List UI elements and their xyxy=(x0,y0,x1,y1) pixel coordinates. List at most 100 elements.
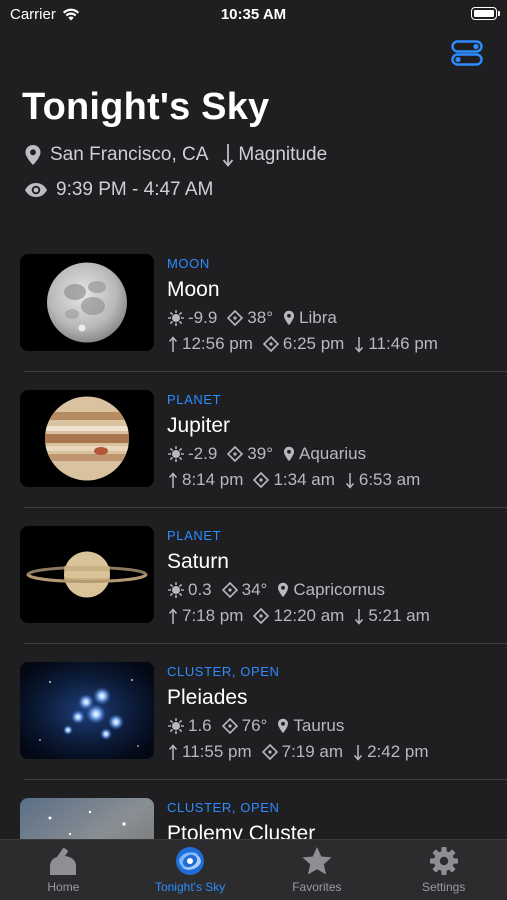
constellation-value: Libra xyxy=(299,308,337,327)
sky-object-row[interactable]: CLUSTER, OPEN Pleiades 1.6 76° Taurus 11… xyxy=(0,644,507,780)
object-name: Pleiades xyxy=(167,686,248,709)
sky-object-row[interactable]: MOON Moon -9.9 38° Libra 12:56 pm 6:25 p… xyxy=(0,236,507,372)
object-stats: -2.9 39° Aquarius xyxy=(168,444,366,464)
object-name: Saturn xyxy=(167,550,229,573)
constellation-item: Aquarius xyxy=(283,444,366,464)
viewing-window-row: 9:39 PM - 4:47 AM xyxy=(24,179,213,201)
object-category: PLANET xyxy=(167,392,222,407)
altitude-value: 76° xyxy=(241,716,268,735)
page-title: Tonight's Sky xyxy=(22,86,270,128)
rise-time-item: 7:18 pm xyxy=(168,606,243,626)
transit-time: 6:25 pm xyxy=(282,334,345,353)
crosshair-icon xyxy=(221,718,238,734)
transit-time-item: 6:25 pm xyxy=(262,334,345,354)
tab-home-label: Home xyxy=(47,880,80,894)
arrow-down-icon xyxy=(345,472,354,489)
transit-time-item: 1:34 am xyxy=(253,470,335,490)
view-toggle-button[interactable] xyxy=(451,40,483,66)
object-name: Moon xyxy=(167,278,220,301)
set-time-item: 2:42 pm xyxy=(353,742,429,762)
sky-object-list: MOON Moon -9.9 38° Libra 12:56 pm 6:25 p… xyxy=(0,236,507,900)
tab-bar: Home Tonight's Sky Favorites Settings xyxy=(0,839,507,900)
location-pin-icon xyxy=(278,582,289,598)
object-category: MOON xyxy=(167,256,210,271)
constellation-value: Capricornus xyxy=(293,580,386,599)
object-category: CLUSTER, OPEN xyxy=(167,800,280,815)
rise-time-item: 8:14 pm xyxy=(168,470,243,490)
rise-time-item: 12:56 pm xyxy=(168,334,253,354)
crosshair-icon xyxy=(262,336,279,352)
tab-favorites-label: Favorites xyxy=(292,880,342,894)
rise-time: 11:55 pm xyxy=(182,742,252,761)
altitude-item: 34° xyxy=(221,580,268,600)
crosshair-icon xyxy=(253,472,270,488)
transit-time-item: 12:20 am xyxy=(253,606,344,626)
arrow-up-icon xyxy=(168,335,178,352)
tab-settings[interactable]: Settings xyxy=(380,840,507,900)
sort-button[interactable]: Magnitude xyxy=(222,143,327,167)
saturn-thumbnail xyxy=(20,526,154,623)
constellation-value: Taurus xyxy=(293,716,345,735)
location-row: San Francisco, CA Magnitude xyxy=(24,143,327,167)
location-pin-icon[interactable] xyxy=(24,144,42,166)
constellation-item: Libra xyxy=(283,308,337,328)
object-times: 7:18 pm 12:20 am 5:21 am xyxy=(168,606,430,626)
tab-favorites[interactable]: Favorites xyxy=(254,840,381,900)
transit-time: 12:20 am xyxy=(273,606,345,625)
location-pin-icon xyxy=(284,310,295,326)
status-bar: Carrier 10:35 AM xyxy=(0,0,507,30)
sky-object-row[interactable]: PLANET Jupiter -2.9 39° Aquarius 8:14 pm xyxy=(0,372,507,508)
transit-time: 7:19 am xyxy=(281,742,344,761)
sun-icon xyxy=(168,718,184,734)
status-time: 10:35 AM xyxy=(220,6,287,23)
viewing-window-label: 9:39 PM - 4:47 AM xyxy=(56,179,214,200)
crosshair-icon xyxy=(253,608,270,624)
magnitude-value: 1.6 xyxy=(188,716,212,735)
sun-icon xyxy=(168,582,184,598)
magnitude-value: -2.9 xyxy=(188,444,218,463)
arrow-down-icon xyxy=(223,144,234,167)
tab-tonights-sky[interactable]: Tonight's Sky xyxy=(127,840,254,900)
transit-time-item: 7:19 am xyxy=(261,742,344,762)
location-pin-icon xyxy=(284,446,295,462)
telescope-icon xyxy=(50,848,77,875)
rise-time: 12:56 pm xyxy=(182,334,253,353)
set-time-item: 11:46 pm xyxy=(354,334,438,354)
pleiades-thumbnail xyxy=(20,662,154,759)
eye-icon xyxy=(25,183,47,197)
set-time: 6:53 am xyxy=(358,470,421,489)
location-pin-icon xyxy=(278,718,289,734)
altitude-item: 76° xyxy=(221,716,268,736)
magnitude-value: 0.3 xyxy=(188,580,212,599)
tab-home[interactable]: Home xyxy=(0,840,127,900)
location-label[interactable]: San Francisco, CA xyxy=(50,144,208,166)
object-times: 8:14 pm 1:34 am 6:53 am xyxy=(168,470,420,490)
sun-icon xyxy=(168,310,184,326)
set-time: 2:42 pm xyxy=(367,742,429,761)
battery-icon xyxy=(471,7,500,20)
sun-icon xyxy=(168,446,184,462)
altitude-value: 34° xyxy=(241,580,268,599)
transit-time: 1:34 am xyxy=(273,470,335,489)
star-icon xyxy=(302,847,332,875)
arrow-up-icon xyxy=(168,607,178,624)
object-category: CLUSTER, OPEN xyxy=(167,664,280,679)
crosshair-icon xyxy=(261,744,278,760)
magnitude-item: -2.9 xyxy=(168,444,217,464)
moon-thumbnail xyxy=(20,254,154,351)
object-stats: 1.6 76° Taurus xyxy=(168,716,344,736)
crosshair-icon xyxy=(227,446,244,462)
arrow-up-icon xyxy=(168,743,178,760)
sort-label: Magnitude xyxy=(238,144,328,165)
set-time-item: 5:21 am xyxy=(354,606,430,626)
object-stats: -9.9 38° Libra xyxy=(168,308,337,328)
sky-object-row[interactable]: PLANET Saturn 0.3 34° Capricornus 7:18 p… xyxy=(0,508,507,644)
constellation-item: Taurus xyxy=(277,716,344,736)
arrow-up-icon xyxy=(168,471,178,488)
object-stats: 0.3 34° Capricornus xyxy=(168,580,385,600)
magnitude-item: -9.9 xyxy=(168,308,217,328)
gear-icon xyxy=(429,847,458,875)
tab-tonights-sky-label: Tonight's Sky xyxy=(154,880,226,894)
rise-time: 8:14 pm xyxy=(182,470,244,489)
altitude-item: 38° xyxy=(227,308,273,328)
